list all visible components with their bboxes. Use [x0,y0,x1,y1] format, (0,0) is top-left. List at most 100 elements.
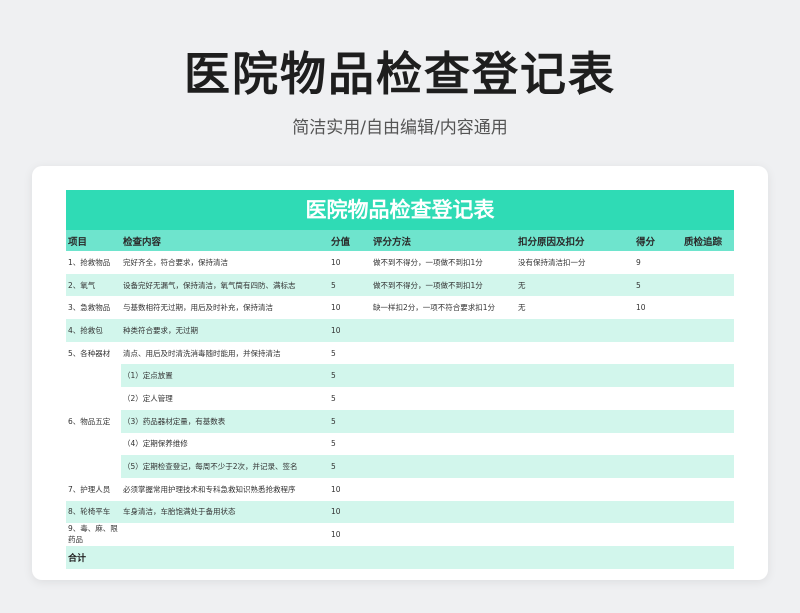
table-cell-content[interactable]: 设备完好无漏气，保持清洁，氧气筒有四防、满标志 [121,273,329,297]
table-cell-method[interactable] [371,319,516,342]
table-cell-method[interactable] [371,523,516,546]
table-cell-got[interactable] [634,387,682,410]
table-cell-got[interactable] [634,409,682,433]
table-cell-got[interactable]: 10 [634,296,682,320]
table-cell-score[interactable]: 5 [329,387,371,410]
table-cell-deduct[interactable] [516,477,634,501]
table-cell-content[interactable]: 车身清洁，车胎饱满处于备用状态 [121,500,329,524]
table-cell[interactable] [634,545,682,569]
table-cell-method[interactable]: 缺一样扣2分，一项不符合要求扣1分 [371,296,516,320]
table-cell-item[interactable]: 7、护理人员 [66,477,121,501]
table-cell-track[interactable] [682,409,734,433]
table-cell-got[interactable]: 9 [634,251,682,274]
table-cell-item[interactable]: 5、各种器材 [66,341,121,365]
table-cell-method[interactable] [371,477,516,501]
table-cell-item[interactable]: 1、抢救物品 [66,251,121,274]
table-cell-score[interactable]: 10 [329,319,371,342]
total-label[interactable]: 合计 [66,545,121,569]
table-cell-got[interactable] [634,319,682,342]
table-cell[interactable] [121,545,329,569]
table-cell-deduct[interactable]: 无 [516,296,634,320]
table-cell-item[interactable]: 4、抢救包 [66,319,121,342]
table-cell-item[interactable]: 6、物品五定 [66,409,121,433]
table-cell-content[interactable]: （1）定点放置 [121,364,329,388]
table-cell-got[interactable] [634,364,682,388]
table-cell-item[interactable] [66,455,121,478]
table-cell-deduct[interactable] [516,455,634,478]
table-cell-got[interactable] [634,477,682,501]
table-cell-item[interactable] [66,387,121,410]
table-cell-method[interactable] [371,409,516,433]
table-cell-got[interactable] [634,523,682,546]
table-cell-content[interactable]: 清点、用后及时清洗消毒随时能用，并保持清洁 [121,341,329,365]
col-header-deduct[interactable]: 扣分原因及扣分 [516,230,634,251]
table-cell-deduct[interactable]: 没有保持清洁扣一分 [516,251,634,274]
table-cell-score[interactable]: 5 [329,432,371,456]
table-cell-score[interactable]: 10 [329,523,371,546]
table-cell-item[interactable]: 2、氧气 [66,273,121,297]
table-cell-got[interactable]: 5 [634,273,682,297]
table-cell-method[interactable] [371,341,516,365]
table-cell-deduct[interactable] [516,523,634,546]
table-cell-item[interactable]: 8、轮椅平车 [66,500,121,524]
col-header-got[interactable]: 得分 [634,230,682,251]
table-cell-method[interactable] [371,455,516,478]
table-cell-score[interactable]: 5 [329,364,371,388]
table-cell-got[interactable] [634,341,682,365]
table-cell-content[interactable]: 必须掌握常用护理技术和专科急救知识熟悉抢救程序 [121,477,329,501]
table-cell-deduct[interactable] [516,432,634,456]
table-cell-deduct[interactable] [516,500,634,524]
table-cell-track[interactable] [682,387,734,410]
col-header-content[interactable]: 检查内容 [121,230,329,251]
table-cell-track[interactable] [682,523,734,546]
col-header-score[interactable]: 分值 [329,230,371,251]
table-cell-deduct[interactable] [516,341,634,365]
table-cell-method[interactable]: 做不到不得分，一项做不到扣1分 [371,251,516,274]
table-cell-score[interactable]: 5 [329,455,371,478]
table-cell-content[interactable]: （4）定期保养维修 [121,432,329,456]
table-cell-content[interactable]: （5）定期检查登记，每周不少于2次，并记录、签名 [121,455,329,478]
table-cell-track[interactable] [682,364,734,388]
table-cell-got[interactable] [634,455,682,478]
table-cell[interactable] [371,545,516,569]
table-cell-content[interactable]: （3）药品器材定量，有基数表 [121,409,329,433]
table-cell-score[interactable]: 10 [329,477,371,501]
table-cell-got[interactable] [634,500,682,524]
table-cell-content[interactable]: 种类符合要求，无过期 [121,319,329,342]
table-cell-method[interactable]: 做不到不得分，一项做不到扣1分 [371,273,516,297]
table-cell-content[interactable] [121,523,329,546]
col-header-track[interactable]: 质检追踪 [682,230,734,251]
table-cell-track[interactable] [682,477,734,501]
table-cell-track[interactable] [682,319,734,342]
table-cell-deduct[interactable]: 无 [516,273,634,297]
table-cell-content[interactable]: （2）定人管理 [121,387,329,410]
table-cell-got[interactable] [634,432,682,456]
table-cell-item[interactable]: 3、急救物品 [66,296,121,320]
table-cell-score[interactable]: 5 [329,273,371,297]
table-cell[interactable] [329,545,371,569]
table-cell-score[interactable]: 5 [329,409,371,433]
table-cell-content[interactable]: 与基数相符无过期，用后及时补充，保持清洁 [121,296,329,320]
table-cell[interactable] [516,545,634,569]
table-cell-track[interactable] [682,251,734,274]
table-cell-deduct[interactable] [516,409,634,433]
table-cell-score[interactable]: 10 [329,500,371,524]
table-cell-method[interactable] [371,432,516,456]
table-cell-item[interactable] [66,364,121,388]
table-cell-item[interactable] [66,432,121,456]
table-cell-track[interactable] [682,432,734,456]
col-header-item[interactable]: 项目 [66,230,121,251]
table-cell-track[interactable] [682,341,734,365]
table-cell-score[interactable]: 10 [329,296,371,320]
table-cell-content[interactable]: 完好齐全，符合要求，保持清洁 [121,251,329,274]
table-cell-score[interactable]: 10 [329,251,371,274]
table-cell-track[interactable] [682,296,734,320]
col-header-method[interactable]: 评分方法 [371,230,516,251]
table-cell-track[interactable] [682,455,734,478]
table-cell-track[interactable] [682,273,734,297]
table-cell-method[interactable] [371,364,516,388]
table-cell-deduct[interactable] [516,364,634,388]
table-cell-deduct[interactable] [516,319,634,342]
table-cell-method[interactable] [371,387,516,410]
table-cell-deduct[interactable] [516,387,634,410]
